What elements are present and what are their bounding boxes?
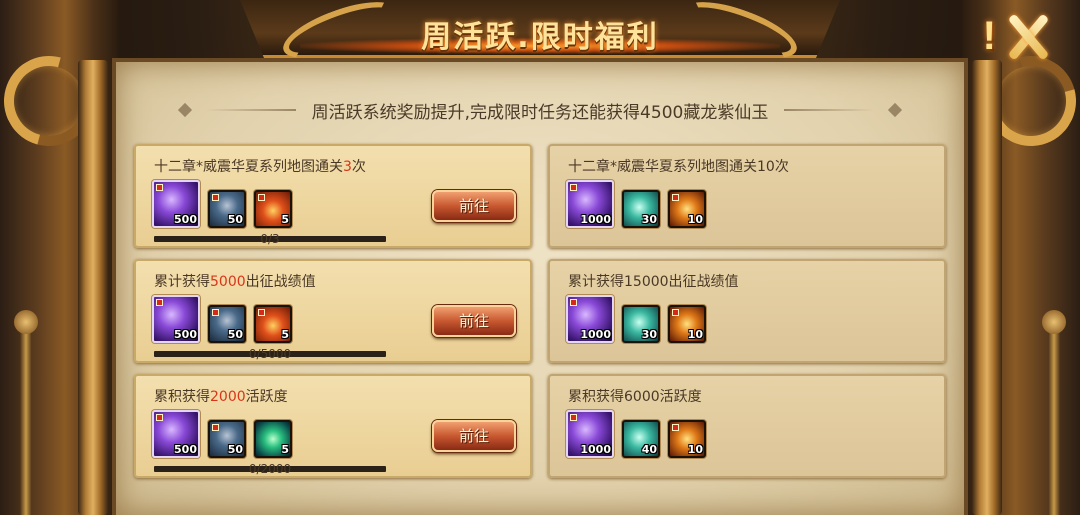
go-button[interactable]: 前往 [432,190,516,222]
teal-stars-icon[interactable]: 30 [622,190,660,228]
subtitle-line-left [205,109,296,111]
violet-gem-icon[interactable]: 500 [152,410,200,458]
reward-list: 1000 30 10 [566,295,706,343]
task-title: 累积获得2000活跃度 [154,389,288,405]
task-card-right-1: 十二章*威震华夏系列地图通关10次 1000 30 10 [548,144,946,248]
new-badge [672,309,679,316]
reward-list: 500 50 5 [152,295,292,343]
right-tassel [1042,310,1066,515]
gold-crown-icon[interactable]: 10 [668,190,706,228]
task-card-left-3: 累积获得2000活跃度 500 50 5 0/2000 前往 [134,374,532,478]
main-panel: 周活跃系统奖励提升,完成限时任务还能获得4500藏龙紫仙玉 十二章*威震华夏系列… [112,58,968,515]
page-title: 周活跃.限时福利 [421,20,659,55]
sword-icon[interactable]: 50 [208,420,246,458]
sword-icon[interactable]: 50 [208,305,246,343]
progress-text: 0/3 [260,232,280,246]
new-badge [156,414,163,421]
task-title: 累计获得5000出征战绩值 [154,274,316,290]
fire-pouch-icon[interactable]: 5 [254,305,292,343]
reward-list: 500 50 5 [152,410,292,458]
reward-list: 1000 30 10 [566,180,706,228]
violet-gem-icon[interactable]: 500 [152,295,200,343]
diamond-ornament-right [888,102,903,118]
sword-icon[interactable]: 50 [208,190,246,228]
violet-gem-icon[interactable]: 500 [152,180,200,228]
teal-stars-icon[interactable]: 40 [622,420,660,458]
reward-list: 500 50 5 [152,180,292,228]
progress-text: 0/2000 [248,462,292,476]
subtitle: 周活跃系统奖励提升,完成限时任务还能获得4500藏龙紫仙玉 [311,102,769,123]
left-pillar [78,60,108,515]
new-badge [156,299,163,306]
task-card-left-2: 累计获得5000出征战绩值 500 50 5 0/5000 前往 [134,259,532,363]
reward-list: 1000 40 10 [566,410,706,458]
exclamation-icon[interactable]: ! [983,14,996,59]
subtitle-line-right [784,109,875,111]
new-badge [212,424,219,431]
violet-gem-icon[interactable]: 1000 [566,295,614,343]
go-button[interactable]: 前往 [432,305,516,337]
green-gem-icon[interactable]: 5 [254,420,292,458]
new-badge [672,194,679,201]
new-badge [570,414,577,421]
new-badge [672,424,679,431]
new-badge [212,194,219,201]
new-badge [156,184,163,191]
task-title: 累积获得6000活跃度 [568,389,702,405]
task-card-left-1: 十二章*威震华夏系列地图通关3次 500 50 5 0/3 前往 [134,144,532,248]
gold-crown-icon[interactable]: 10 [668,420,706,458]
gold-crown-icon[interactable]: 10 [668,305,706,343]
fire-pouch-icon[interactable]: 5 [254,190,292,228]
task-title: 累计获得15000出征战绩值 [568,274,739,290]
new-badge [570,299,577,306]
teal-stars-icon[interactable]: 30 [622,305,660,343]
violet-gem-icon[interactable]: 1000 [566,410,614,458]
task-card-right-2: 累计获得15000出征战绩值 1000 30 10 [548,259,946,363]
task-card-right-3: 累积获得6000活跃度 1000 40 10 [548,374,946,478]
new-badge [212,309,219,316]
diamond-ornament-left [177,102,192,118]
task-title: 十二章*威震华夏系列地图通关10次 [568,159,789,175]
new-badge [258,194,265,201]
right-pillar [972,60,1002,515]
task-title: 十二章*威震华夏系列地图通关3次 [154,159,366,175]
close-icon[interactable] [1004,12,1052,60]
go-button[interactable]: 前往 [432,420,516,452]
new-badge [258,309,265,316]
progress-text: 0/5000 [248,347,292,361]
new-badge [570,184,577,191]
left-tassel [14,310,38,515]
subtitle-row: 周活跃系统奖励提升,完成限时任务还能获得4500藏龙紫仙玉 [116,98,964,123]
violet-gem-icon[interactable]: 1000 [566,180,614,228]
